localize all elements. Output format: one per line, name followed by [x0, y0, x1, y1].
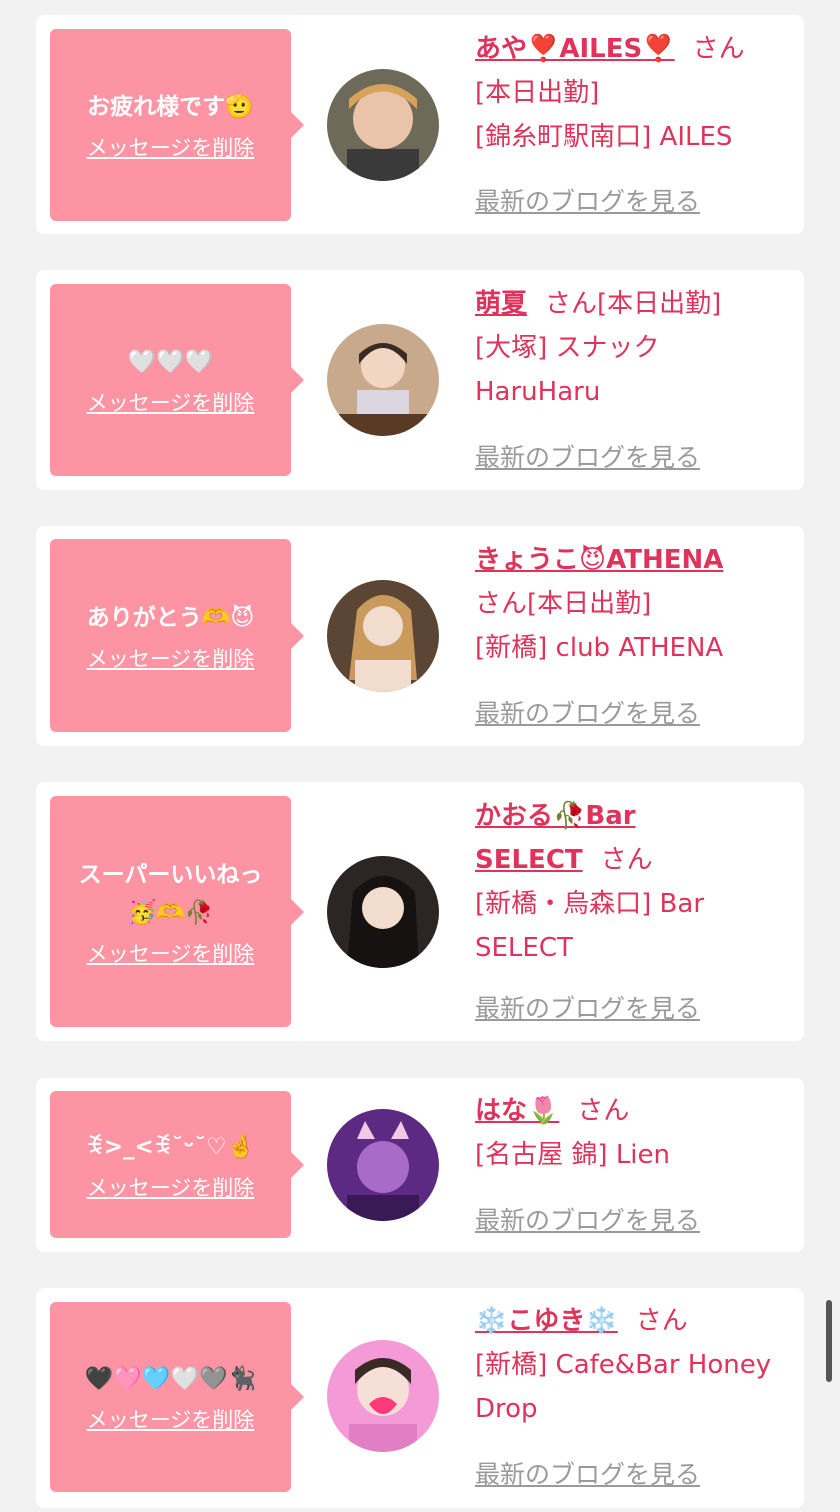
cast-name-link[interactable]: 萌夏	[475, 289, 527, 319]
message-text: お疲れ様です🫡	[87, 94, 254, 120]
message-card: ꉂ>_<ꉂ˘ᵕ˘♡🤞 メッセージを削除 はな🌷 さん [名古屋 錦] Lien 最…	[36, 1078, 804, 1252]
delete-message-link[interactable]: メッセージを削除	[87, 938, 255, 968]
info-line: [名古屋 錦] Lien	[475, 1140, 671, 1170]
cast-info: かおる🥀Bar SELECT さん [新橋・烏森口] Bar SELECT	[475, 794, 793, 970]
message-text: ꉂ>_<ꉂ˘ᵕ˘♡🤞	[85, 1133, 256, 1160]
info-line: [大塚] スナック HaruHaru	[475, 333, 660, 407]
cast-info: あや❣️AILES❣️ さん [本日出勤] [錦糸町駅南口] AILES	[475, 27, 793, 159]
latest-blog-link[interactable]: 最新のブログを見る	[475, 989, 700, 1025]
message-bubble: 🤍🤍🤍 メッセージを削除	[50, 284, 304, 476]
latest-blog-link[interactable]: 最新のブログを見る	[475, 1201, 700, 1237]
message-bubble: ありがとう🫶😈 メッセージを削除	[50, 539, 304, 732]
message-bubble: 🖤🩷🩵🤍🩶🐈‍⬛ メッセージを削除	[50, 1302, 304, 1492]
cast-info: はな🌷 さん [名古屋 錦] Lien	[475, 1089, 793, 1177]
message-text-line: スーパーいいねっ	[78, 861, 263, 888]
latest-blog-link[interactable]: 最新のブログを見る	[475, 1455, 700, 1491]
message-card: ありがとう🫶😈 メッセージを削除 きょうこ😈ATHENA さん[本日出勤] [新…	[36, 526, 804, 746]
info-line: [本日出勤]	[475, 78, 600, 108]
avatar[interactable]	[327, 580, 439, 692]
message-text: 🤍🤍🤍	[127, 349, 214, 375]
cast-name-link[interactable]: かおる🥀Bar	[475, 801, 636, 831]
message-card: 🤍🤍🤍 メッセージを削除 萌夏 さん[本日出勤] [大塚] スナック HaruHa…	[36, 270, 804, 490]
delete-message-link[interactable]: メッセージを削除	[87, 132, 255, 162]
info-line: [本日出勤]	[527, 589, 652, 619]
honorific: さん	[475, 589, 528, 619]
cast-name-link[interactable]: あや❣️AILES❣️	[475, 34, 675, 64]
message-card: お疲れ様です🫡 メッセージを削除 あや❣️AILES❣️ さん [本日出勤] [錦…	[36, 15, 804, 234]
message-text: ありがとう🫶😈	[86, 604, 255, 631]
info-line: [錦糸町駅南口] AILES	[475, 122, 733, 152]
cast-info: きょうこ😈ATHENA さん[本日出勤] [新橋] club ATHENA	[475, 538, 793, 670]
delete-message-link[interactable]: メッセージを削除	[87, 1404, 255, 1434]
cast-info: ❄️こゆき❄️ さん [新橋] Cafe&Bar Honey Drop	[475, 1299, 793, 1431]
delete-message-link[interactable]: メッセージを削除	[87, 387, 255, 417]
latest-blog-link[interactable]: 最新のブログを見る	[475, 438, 700, 474]
cast-name-link[interactable]: SELECT	[475, 845, 583, 875]
info-line: [本日出勤]	[597, 289, 722, 319]
avatar[interactable]	[327, 324, 439, 436]
latest-blog-link[interactable]: 最新のブログを見る	[475, 694, 700, 730]
message-bubble: スーパーいいねっ 🥳🫶🥀 メッセージを削除	[50, 796, 304, 1027]
honorific: さん	[635, 1306, 688, 1336]
scrollbar[interactable]	[826, 1300, 832, 1382]
cast-name-link[interactable]: ❄️こゆき❄️	[475, 1306, 618, 1336]
cast-info: 萌夏 さん[本日出勤] [大塚] スナック HaruHaru	[475, 282, 793, 414]
avatar[interactable]	[327, 856, 439, 968]
latest-blog-link[interactable]: 最新のブログを見る	[475, 182, 700, 218]
message-bubble: ꉂ>_<ꉂ˘ᵕ˘♡🤞 メッセージを削除	[50, 1091, 304, 1238]
avatar[interactable]	[327, 69, 439, 181]
delete-message-link[interactable]: メッセージを削除	[87, 643, 255, 673]
message-bubble: お疲れ様です🫡 メッセージを削除	[50, 29, 304, 221]
avatar[interactable]	[327, 1109, 439, 1221]
message-card: 🖤🩷🩵🤍🩶🐈‍⬛ メッセージを削除 ❄️こゆき❄️ さん [新橋] Cafe&Ba…	[36, 1288, 804, 1508]
honorific: さん	[545, 289, 598, 319]
info-line: [新橋] Cafe&Bar Honey Drop	[475, 1350, 772, 1424]
honorific: さん	[600, 845, 653, 875]
honorific: さん	[577, 1096, 630, 1126]
info-line: [新橋] club ATHENA	[475, 633, 724, 663]
cast-name-link[interactable]: はな🌷	[475, 1096, 559, 1126]
message-card: スーパーいいねっ 🥳🫶🥀 メッセージを削除 かおる🥀Bar SELECT さん […	[36, 782, 804, 1041]
info-line: [新橋・烏森口] Bar SELECT	[475, 889, 705, 963]
avatar[interactable]	[327, 1340, 439, 1452]
cast-name-link[interactable]: きょうこ😈ATHENA	[475, 545, 723, 575]
honorific: さん	[692, 34, 745, 64]
delete-message-link[interactable]: メッセージを削除	[87, 1172, 255, 1202]
message-text: 🖤🩷🩵🤍🩶🐈‍⬛	[84, 1366, 257, 1392]
message-text-line: 🥳🫶🥀	[127, 899, 214, 926]
